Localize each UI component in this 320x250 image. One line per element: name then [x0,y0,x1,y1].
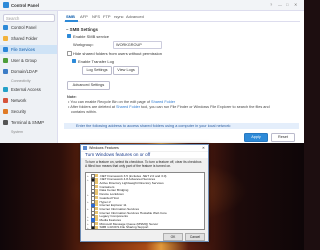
title-bar[interactable]: Control Panel ? — □ ✕ [0,0,304,11]
sidebar-item-label: Domain/LDAP [11,69,38,75]
control-panel-window: Control Panel ? — □ ✕ Search Control Pan… [0,0,304,144]
enable-smb-label: Enable SMB service [73,33,110,39]
transfer-log-label: Enable Transfer Log [78,58,115,64]
sidebar-item-external-access[interactable]: External Access [0,85,57,94]
smb-settings-title: – SMB Settings [66,27,98,32]
window-title: Control Panel [11,3,39,8]
dialog-title: Windows Features [89,146,119,150]
tab-nfs[interactable]: NFS [92,14,100,19]
tab-divider [64,21,300,22]
shared-folder-link-2[interactable]: Shared Folder [116,105,140,109]
search-placeholder: Search [6,15,20,21]
apply-button[interactable]: Apply [244,133,268,142]
sidebar-section-connectivity: Connectivity [11,79,31,83]
reset-label: Reset [278,135,288,140]
advanced-settings-label: Advanced Settings [72,83,105,88]
transfer-log-checkbox[interactable] [72,59,76,63]
workgroup-value: WORKGROUP [116,42,142,47]
info-bar: Enter the following address to access sh… [64,123,299,129]
control-panel-icon [3,2,9,8]
sidebar-item-shared-folder[interactable]: Shared Folder [0,34,57,43]
dialog-description: To turn a feature on, select its checkbo… [85,160,203,168]
sidebar-item-user-group[interactable]: User & Group [0,56,57,65]
sidebar-item-control-panel[interactable]: Control Panel [0,23,57,32]
hide-folders-label: Hide shared folders from users without p… [73,50,162,56]
reset-button[interactable]: Reset [271,133,295,142]
sidebar-item-label: Terminal & SNMP [11,120,45,126]
terminal-icon [3,120,8,125]
dialog-title-bar[interactable]: Windows Features ✕ [81,145,208,151]
tab-advanced[interactable]: Advanced [126,14,144,19]
active-tab-indicator [65,20,78,22]
sidebar-item-label: File Services [11,47,35,53]
feature-label: SMB 1.0/CIFS File Sharing Support [99,225,149,230]
sidebar-section-system: System [11,130,23,134]
cancel-button[interactable]: Cancel [185,233,205,241]
tab-ftp[interactable]: FTP [103,14,111,19]
sidebar-item-label: Security [11,109,27,115]
info-text: Enter the following address to access sh… [76,124,231,128]
tab-smb[interactable]: SMB [66,14,75,19]
view-logs-button[interactable]: View Logs [113,66,139,75]
user-group-icon [3,58,8,63]
maximize-icon[interactable]: □ [286,2,288,7]
sidebar-item-label: Network [11,98,27,104]
cancel-label: Cancel [189,235,201,239]
sidebar-item-terminal-snmp[interactable]: Terminal & SNMP [0,118,57,127]
expand-icon[interactable]: + [87,226,89,229]
sidebar-item-network[interactable]: Network [0,96,57,105]
note-line-3: contains within. [71,110,97,114]
workgroup-input[interactable]: WORKGROUP [113,41,162,49]
ok-button[interactable]: OK [163,233,183,241]
workgroup-label: Workgroup: [73,41,94,47]
shared-folder-link-1[interactable]: Shared Folder [151,100,175,104]
globe-icon [3,87,8,92]
folder-icon [95,225,98,229]
sidebar-item-label: User & Group [11,58,37,64]
windows-features-icon [83,146,87,150]
advanced-settings-button[interactable]: Advanced Settings [67,81,110,90]
sidebar-item-file-services[interactable]: File Services [0,45,57,54]
help-icon[interactable]: ? [270,2,272,7]
dialog-heading-area: Turn Windows features on or off [81,152,208,158]
log-settings-button[interactable]: Log Settings [82,66,112,75]
ok-label: OK [170,235,176,239]
note-line-2: • After folders are deleted at Shared Fo… [68,105,270,109]
domain-icon [3,69,8,74]
features-tree[interactable]: + .NET Framework 3.5 (includes .NET 2.0 a… [85,172,205,230]
network-icon [3,98,8,103]
note-line-1: • You can enable Recycle Bin on the edit… [68,100,176,104]
tab-rsync[interactable]: rsync [114,14,124,19]
sidebar-item-domain-ldap[interactable]: Domain/LDAP [0,67,57,76]
shield-icon [3,109,8,114]
note-title: Note: [67,95,77,99]
view-logs-label: View Logs [117,68,135,73]
sidebar: Search Control Panel Shared Folder File Se… [0,11,58,143]
sidebar-item-label: Control Panel [11,25,37,31]
folder-icon [3,36,8,41]
dialog-heading: Turn Windows features on or off [85,152,151,157]
enable-smb-checkbox[interactable] [67,34,71,38]
log-settings-label: Log Settings [86,68,108,73]
search-input[interactable]: Search [3,14,55,22]
close-icon[interactable]: ✕ [294,2,297,7]
sidebar-item-security[interactable]: Security [0,107,57,116]
sidebar-item-label: Shared Folder [11,36,38,42]
feature-item[interactable]: + SMB 1.0/CIFS File Sharing Support [86,225,204,229]
dialog-close-icon[interactable]: ✕ [202,146,205,150]
home-icon [3,25,8,30]
sidebar-item-label: External Access [11,87,41,93]
tab-afp[interactable]: AFP [80,14,88,19]
file-services-icon [3,47,8,52]
minimize-icon[interactable]: — [278,2,282,7]
hide-folders-checkbox[interactable] [67,51,72,56]
windows-features-dialog: Windows Features ✕ Turn Windows features… [80,144,209,242]
apply-label: Apply [251,135,261,140]
